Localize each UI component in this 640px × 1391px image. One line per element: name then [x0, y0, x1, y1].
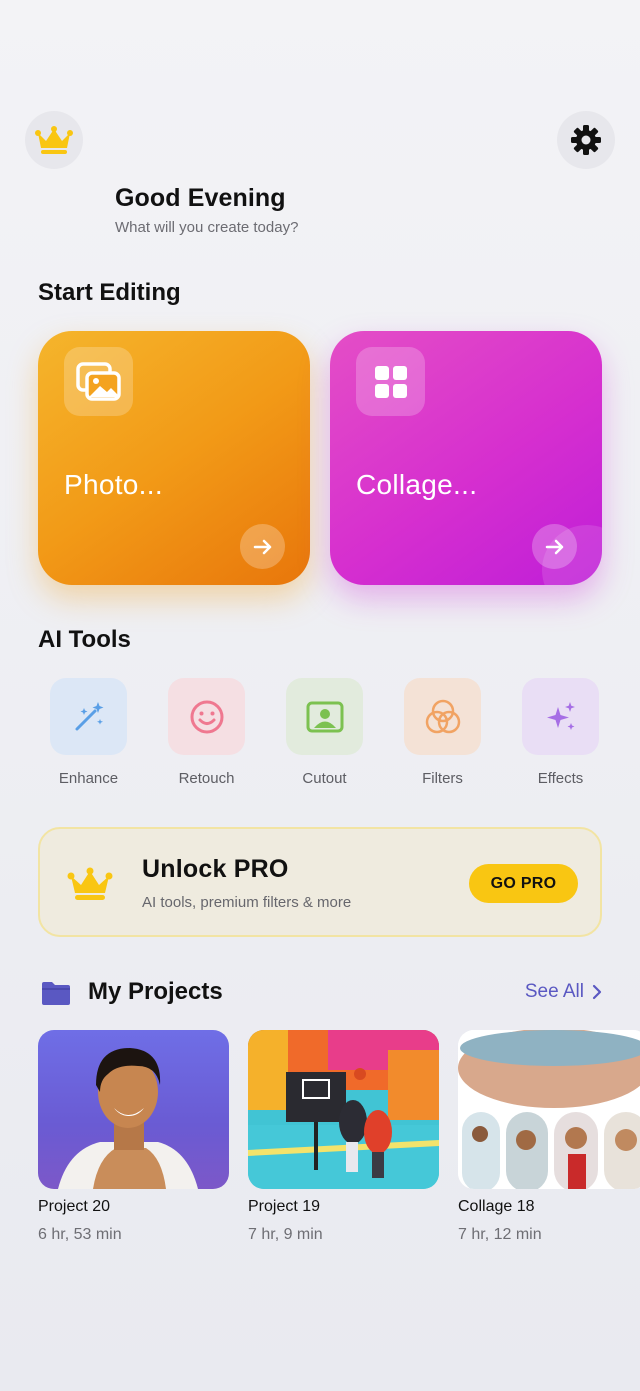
- projects-list: Project 20 6 hr, 53 min Project 19 7 hr,…: [38, 1030, 640, 1260]
- project-time: 6 hr, 53 min: [38, 1226, 122, 1243]
- greeting-title: Good Evening: [115, 184, 286, 212]
- photo-card-arrow[interactable]: [240, 524, 285, 569]
- arrow-right-icon: [545, 539, 563, 554]
- project-time: 7 hr, 12 min: [458, 1226, 542, 1243]
- grid-icon: [374, 365, 407, 398]
- photo-card-label: Photo...: [64, 469, 163, 500]
- gear-icon: [571, 125, 601, 155]
- tool-filters[interactable]: Filters: [404, 678, 522, 787]
- my-projects-title: My Projects: [88, 978, 223, 1005]
- effects-icon-box: [522, 678, 599, 755]
- photos-icon-box: [64, 347, 133, 416]
- crown-icon: [35, 126, 73, 154]
- tool-retouch[interactable]: Retouch: [168, 678, 286, 787]
- tool-label: Filters: [422, 770, 463, 787]
- project-thumbnail: [38, 1030, 229, 1189]
- arrow-right-icon: [253, 539, 271, 554]
- collage-card-label: Collage...: [356, 469, 478, 500]
- go-pro-button[interactable]: GO PRO: [469, 864, 578, 903]
- tool-label: Enhance: [58, 770, 119, 787]
- tool-label: Effects: [537, 770, 584, 787]
- tool-effects[interactable]: Effects: [522, 678, 640, 787]
- greeting-subtitle: What will you create today?: [115, 219, 299, 236]
- filters-icon-box: [404, 678, 481, 755]
- chevron-right-icon: [592, 984, 602, 1000]
- project-thumbnail: [248, 1030, 439, 1189]
- start-editing-title: Start Editing: [38, 279, 181, 306]
- projects-header: My Projects See All: [38, 975, 602, 1011]
- photo-edit-card[interactable]: Photo...: [38, 331, 310, 585]
- pro-crown-button[interactable]: [25, 111, 83, 169]
- project-thumbnail: [458, 1030, 640, 1189]
- tool-label: Retouch: [178, 770, 235, 787]
- photos-icon: [75, 361, 121, 401]
- cutout-person-icon: [306, 701, 343, 732]
- see-all-label: See All: [524, 981, 584, 1002]
- project-card[interactable]: Project 20 6 hr, 53 min: [38, 1030, 229, 1244]
- collage-image: [458, 1030, 640, 1189]
- tool-label: Cutout: [302, 770, 347, 787]
- project-time: 7 hr, 9 min: [248, 1226, 323, 1243]
- collage-edit-card[interactable]: Collage...: [330, 331, 602, 585]
- ai-tools-title: AI Tools: [38, 626, 131, 653]
- unlock-pro-banner[interactable]: Unlock PRO AI tools, premium filters & m…: [38, 827, 602, 937]
- settings-button[interactable]: [557, 111, 615, 169]
- project-name: Project 19: [248, 1198, 321, 1215]
- filters-circles-icon: [425, 699, 460, 733]
- ai-tools-row: Enhance Retouch Cutout Filters Effects: [50, 678, 640, 787]
- enhance-icon-box: [50, 678, 127, 755]
- portrait-image: [58, 1048, 198, 1189]
- tool-enhance[interactable]: Enhance: [50, 678, 168, 787]
- project-name: Collage 18: [458, 1198, 535, 1215]
- basketball-image: [248, 1030, 439, 1189]
- retouch-icon-box: [168, 678, 245, 755]
- sparkles-icon: [546, 701, 575, 730]
- tool-cutout[interactable]: Cutout: [286, 678, 404, 787]
- smiley-icon: [190, 700, 223, 733]
- see-all-link[interactable]: See All: [525, 981, 602, 1003]
- pro-subtitle: AI tools, premium filters & more: [142, 894, 352, 911]
- greeting: Good Evening What will you create today?: [115, 184, 298, 236]
- pro-title: Unlock PRO: [142, 855, 289, 883]
- project-card[interactable]: Project 19 7 hr, 9 min: [248, 1030, 439, 1244]
- folder-icon: [42, 982, 70, 1005]
- home-screen: Good Evening What will you create today?…: [0, 0, 640, 1391]
- magic-wand-icon: [75, 701, 103, 730]
- collage-card-arrow[interactable]: [532, 524, 577, 569]
- grid-icon-box: [356, 347, 425, 416]
- cutout-icon-box: [286, 678, 363, 755]
- crown-icon: [67, 867, 113, 900]
- project-name: Project 20: [38, 1198, 111, 1215]
- project-card[interactable]: Collage 18 7 hr, 12 min: [458, 1030, 640, 1244]
